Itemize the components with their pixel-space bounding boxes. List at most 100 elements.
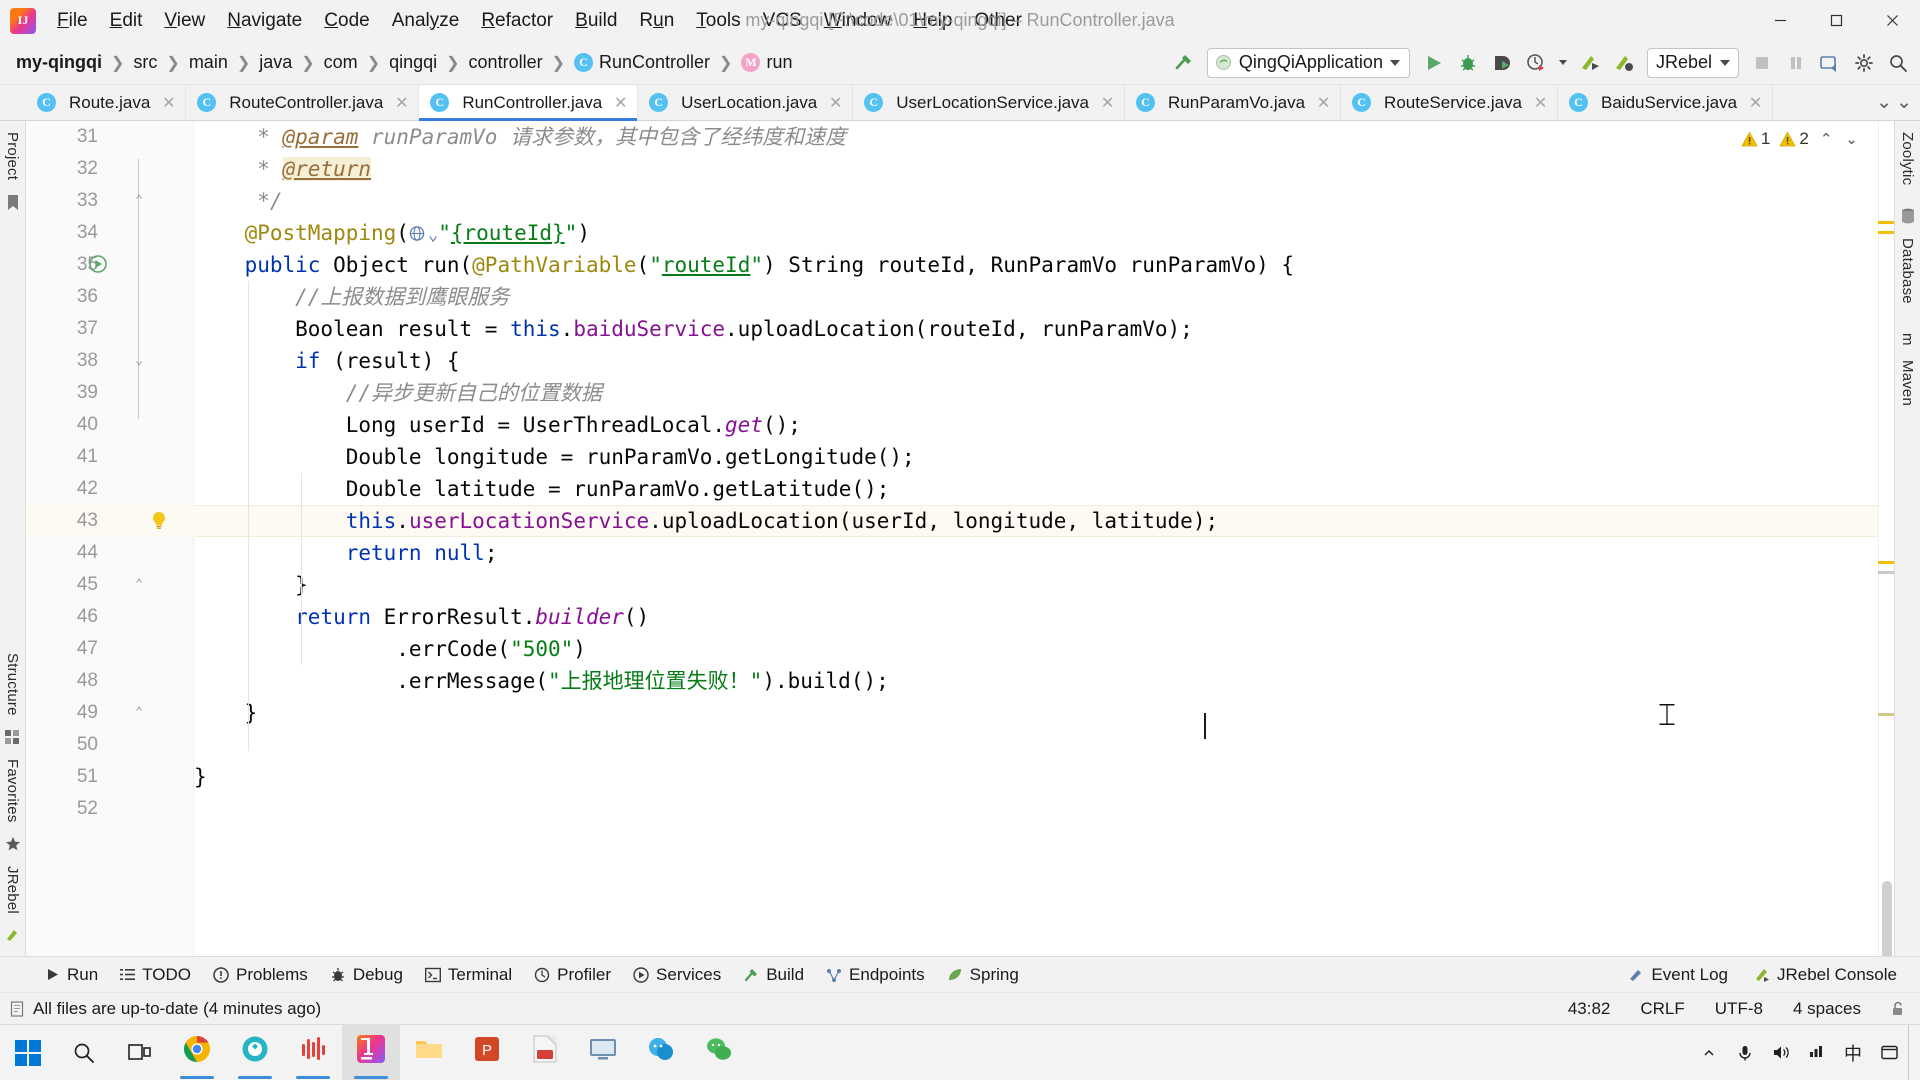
sidebar-item-jrebel[interactable]: JRebel: [4, 859, 21, 921]
line-number[interactable]: 47: [26, 633, 98, 665]
microphone-icon[interactable]: [1728, 1025, 1762, 1080]
volume-icon[interactable]: [1764, 1025, 1798, 1080]
line-number[interactable]: 48: [26, 665, 98, 697]
editor-tab-runparamvo[interactable]: C RunParamVo.java ✕: [1125, 85, 1342, 120]
tool-window-todo[interactable]: TODO: [109, 962, 202, 988]
menu-refactor[interactable]: Refactor: [470, 8, 564, 34]
structure-icon[interactable]: [5, 729, 20, 745]
breadcrumb-item-java[interactable]: java: [255, 51, 296, 74]
tool-window-run[interactable]: Run: [34, 962, 109, 988]
menu-tools[interactable]: Tools: [685, 8, 751, 34]
breadcrumb-item-src[interactable]: src: [129, 51, 161, 74]
code-line[interactable]: 51}: [26, 761, 1894, 793]
close-icon[interactable]: ✕: [1316, 93, 1331, 113]
search-everywhere-icon[interactable]: [1882, 47, 1914, 79]
file-encoding[interactable]: UTF-8: [1710, 997, 1768, 1021]
menu-run[interactable]: Run: [628, 8, 685, 34]
windows-start-icon[interactable]: [0, 1025, 56, 1080]
profiler-icon[interactable]: [1520, 47, 1552, 79]
run-with-coverage-icon[interactable]: [1486, 47, 1518, 79]
editor-tab-runcontroller[interactable]: C RunController.java ✕: [419, 85, 639, 121]
line-number[interactable]: 51: [26, 761, 98, 793]
update-application-icon[interactable]: [1814, 47, 1846, 79]
editor-tab-baiduservice[interactable]: C BaiduService.java ✕: [1558, 85, 1774, 120]
notifications-icon[interactable]: [1872, 1025, 1906, 1080]
sidebar-item-favorites[interactable]: Favorites: [4, 752, 21, 830]
code-line[interactable]: 47 .errCode("500"): [26, 633, 1894, 665]
code-line[interactable]: 49 ⌃ }: [26, 697, 1894, 729]
taskbar-app-powerpoint[interactable]: P: [458, 1025, 516, 1080]
line-number[interactable]: 37: [26, 313, 98, 345]
taskbar-app-music[interactable]: [284, 1025, 342, 1080]
line-number[interactable]: 41: [26, 441, 98, 473]
database-icon[interactable]: [1901, 208, 1915, 224]
run-icon[interactable]: [1418, 47, 1450, 79]
code-line[interactable]: 31 * @param runParamVo 请求参数，其中包含了经纬度和速度: [26, 121, 1894, 153]
close-icon[interactable]: ✕: [161, 93, 176, 113]
menu-file[interactable]: File: [46, 8, 99, 34]
tool-window-profiler[interactable]: Profiler: [523, 962, 622, 988]
taskbar-app-intellij-idea[interactable]: [342, 1024, 400, 1080]
jrebel-debug-icon[interactable]: [1608, 47, 1640, 79]
line-number[interactable]: 49: [26, 697, 98, 729]
fold-collapse-icon[interactable]: ⌃: [130, 185, 148, 217]
caret-position[interactable]: 43:82: [1563, 997, 1616, 1021]
sidebar-item-zoolytic[interactable]: Zoolytic: [1899, 125, 1916, 192]
code-line[interactable]: 48 .errMessage("上报地理位置失败！").build();: [26, 665, 1894, 697]
pause-icon[interactable]: [1780, 47, 1812, 79]
line-number[interactable]: 45: [26, 569, 98, 601]
close-icon[interactable]: ✕: [828, 93, 843, 113]
tool-window-debug[interactable]: Debug: [319, 962, 414, 988]
network-icon[interactable]: [1800, 1025, 1834, 1080]
close-icon[interactable]: ✕: [1533, 93, 1548, 113]
taskbar-app-wechat[interactable]: [690, 1025, 748, 1080]
task-view-icon[interactable]: [112, 1025, 168, 1080]
warning-marker[interactable]: [1878, 231, 1894, 234]
line-number[interactable]: 36: [26, 281, 98, 313]
unlock-icon[interactable]: [1886, 999, 1910, 1019]
jrebel-run-icon[interactable]: [1574, 47, 1606, 79]
tool-window-spring[interactable]: Spring: [936, 962, 1030, 988]
code-line[interactable]: 40 Long userId = UserThreadLocal.get();: [26, 409, 1894, 441]
code-line[interactable]: 45 ⌃ }: [26, 569, 1894, 601]
jrebel-icon[interactable]: [5, 928, 20, 943]
debug-icon[interactable]: [1452, 47, 1484, 79]
warning-marker[interactable]: [1878, 221, 1894, 224]
tabs-list-icon[interactable]: ⌄: [1896, 91, 1912, 114]
close-icon[interactable]: ✕: [1100, 93, 1115, 113]
taskbar-app-pdf-reader[interactable]: [516, 1025, 574, 1080]
gutter-run-icon[interactable]: [88, 254, 108, 274]
jrebel-selector[interactable]: JRebel: [1646, 47, 1739, 78]
code-line[interactable]: 41 Double longitude = runParamVo.getLong…: [26, 441, 1894, 473]
code-line[interactable]: 43 this.userLocationService.uploadLocati…: [26, 505, 1894, 537]
menu-view[interactable]: View: [153, 8, 216, 34]
line-number[interactable]: 40: [26, 409, 98, 441]
line-number[interactable]: 38: [26, 345, 98, 377]
tool-window-build[interactable]: Build: [732, 962, 815, 988]
indent-setting[interactable]: 4 spaces: [1788, 997, 1866, 1021]
sidebar-item-structure[interactable]: Structure: [4, 646, 21, 723]
fold-expand-icon[interactable]: ⌄: [130, 345, 148, 377]
weak-warning-count[interactable]: 2: [1779, 129, 1809, 149]
taskbar-app-chat[interactable]: [632, 1025, 690, 1080]
code-line[interactable]: 39 //异步更新自己的位置数据: [26, 377, 1894, 409]
breadcrumb-item-my-qingqi[interactable]: my-qingqi: [12, 51, 106, 74]
code-line[interactable]: 38 ⌄ if (result) {: [26, 345, 1894, 377]
breadcrumb-item-run[interactable]: Mrun: [737, 51, 796, 74]
chevron-down-icon[interactable]: ⌄: [1876, 91, 1892, 114]
fold-collapse-icon[interactable]: ⌃: [130, 697, 148, 729]
profiler-dropdown-icon[interactable]: [1554, 47, 1572, 79]
code-line[interactable]: 35 public Object run(@PathVariable("rout…: [26, 249, 1894, 281]
settings-gear-icon[interactable]: [1848, 47, 1880, 79]
tool-window-problems[interactable]: Problems: [202, 962, 319, 988]
breadcrumb-item-main[interactable]: main: [185, 51, 232, 74]
code-line[interactable]: 32 * @return: [26, 153, 1894, 185]
run-configuration-selector[interactable]: QingQiApplication: [1206, 47, 1410, 78]
code-line[interactable]: 33 ⌃ */: [26, 185, 1894, 217]
breadcrumb-item-qingqi[interactable]: qingqi: [385, 51, 441, 74]
sidebar-item-project[interactable]: Project: [4, 125, 21, 187]
menu-vcs[interactable]: VCS: [752, 8, 813, 34]
taskbar-search-icon[interactable]: [56, 1025, 112, 1080]
line-separator[interactable]: CRLF: [1635, 997, 1689, 1021]
sidebar-item-maven[interactable]: Maven: [1899, 353, 1916, 413]
